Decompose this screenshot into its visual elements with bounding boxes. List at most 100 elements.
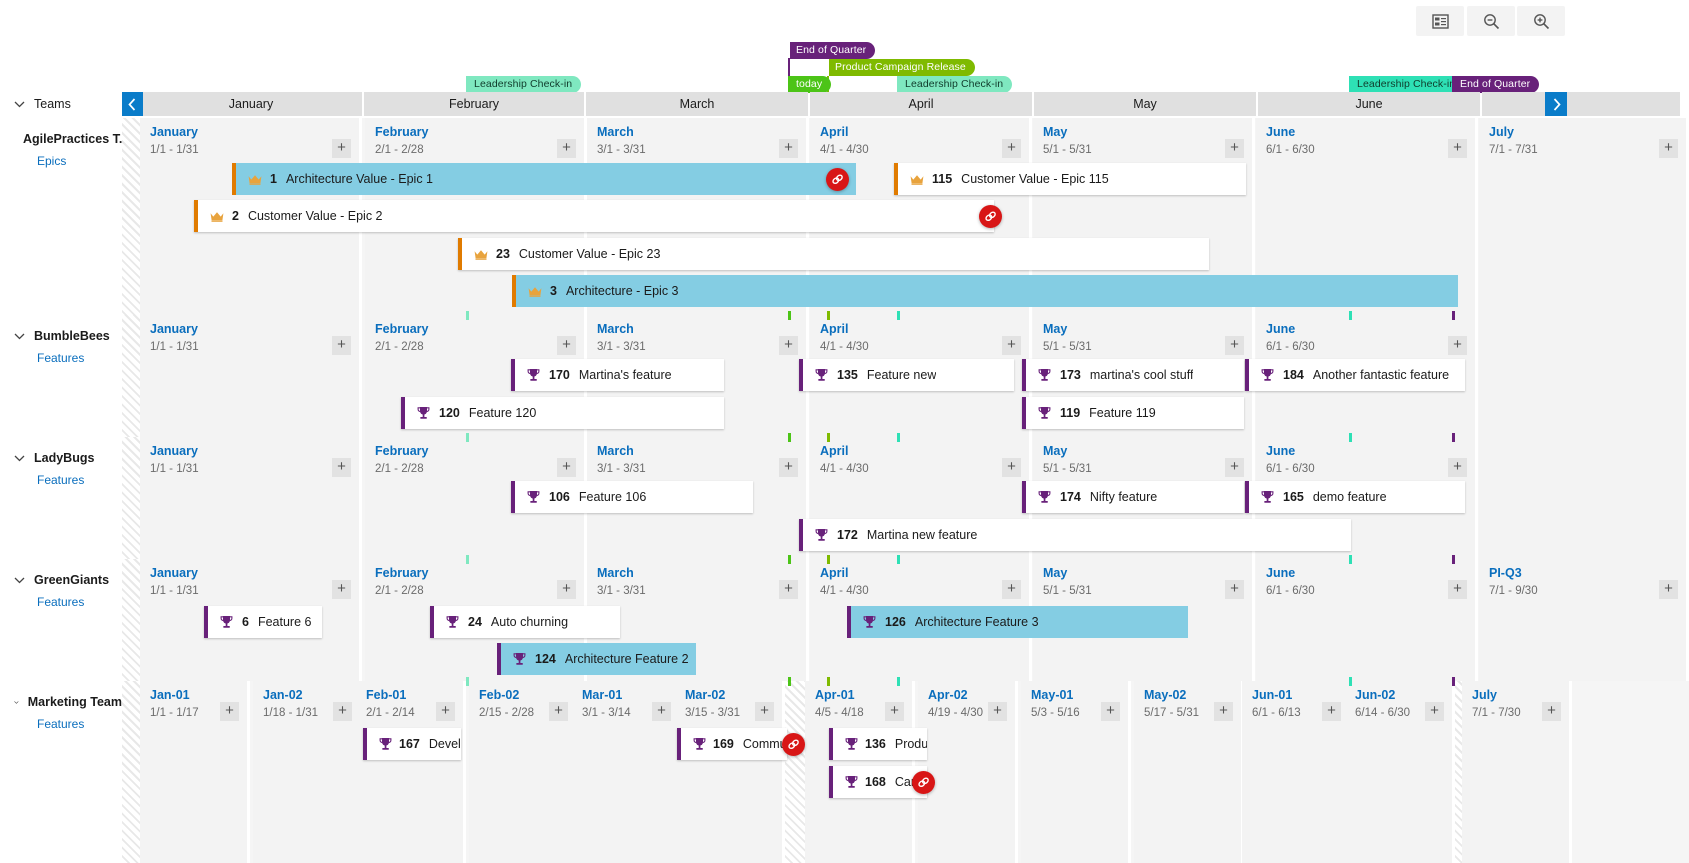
add-item-button[interactable]: + bbox=[1225, 139, 1244, 158]
iteration-title[interactable]: Feb-01 bbox=[366, 688, 406, 702]
add-item-button[interactable]: + bbox=[779, 336, 798, 355]
add-item-button[interactable]: + bbox=[332, 580, 351, 599]
iteration-title[interactable]: April bbox=[820, 322, 848, 336]
milestone-flag[interactable]: today bbox=[790, 76, 832, 93]
add-item-button[interactable]: + bbox=[332, 458, 351, 477]
iteration-title[interactable]: May bbox=[1043, 125, 1067, 139]
add-item-button[interactable]: + bbox=[1225, 458, 1244, 477]
work-item-type[interactable]: Features bbox=[37, 595, 122, 609]
team-row-header[interactable]: AgilePractices T... bbox=[14, 132, 129, 146]
iteration-title[interactable]: February bbox=[375, 125, 429, 139]
iteration-title[interactable]: May-02 bbox=[1144, 688, 1186, 702]
milestone-flag[interactable]: End of Quarter bbox=[790, 42, 876, 59]
add-item-button[interactable]: + bbox=[779, 580, 798, 599]
work-item-card[interactable]: 120 Feature 120 bbox=[401, 397, 724, 429]
iteration-title[interactable]: June bbox=[1266, 566, 1295, 580]
iteration-title[interactable]: Mar-01 bbox=[582, 688, 622, 702]
milestone-flag[interactable]: Leadership Check-in bbox=[468, 76, 582, 93]
add-item-button[interactable]: + bbox=[1659, 580, 1678, 599]
team-row-header[interactable]: Marketing Team bbox=[14, 695, 122, 709]
work-item-card[interactable]: 170 Martina's feature bbox=[511, 359, 724, 391]
work-item-card[interactable]: 6 Feature 6 bbox=[204, 606, 322, 638]
add-item-button[interactable]: + bbox=[333, 702, 352, 721]
add-item-button[interactable]: + bbox=[755, 702, 774, 721]
add-item-button[interactable]: + bbox=[779, 458, 798, 477]
add-item-button[interactable]: + bbox=[1225, 336, 1244, 355]
add-item-button[interactable]: + bbox=[557, 580, 576, 599]
add-item-button[interactable]: + bbox=[436, 702, 455, 721]
month-header-cell[interactable]: January bbox=[140, 92, 362, 116]
zoom-in-button[interactable] bbox=[1517, 6, 1565, 36]
work-item-card[interactable]: 2 Customer Value - Epic 2 bbox=[194, 200, 994, 232]
iteration-title[interactable]: April bbox=[820, 125, 848, 139]
add-item-button[interactable]: + bbox=[779, 139, 798, 158]
iteration-title[interactable]: March bbox=[597, 322, 634, 336]
add-item-button[interactable]: + bbox=[1448, 139, 1467, 158]
add-item-button[interactable]: + bbox=[1214, 702, 1233, 721]
milestone-flag[interactable]: Product Campaign Release bbox=[829, 59, 975, 76]
work-item-card[interactable]: 124 Architecture Feature 2 bbox=[497, 643, 696, 675]
dependency-badge[interactable] bbox=[826, 168, 849, 191]
iteration-title[interactable]: May-01 bbox=[1031, 688, 1073, 702]
work-item-card[interactable]: 24 Auto churning bbox=[430, 606, 620, 638]
iteration-title[interactable]: May bbox=[1043, 444, 1067, 458]
add-item-button[interactable]: + bbox=[652, 702, 671, 721]
work-item-card[interactable]: 106 Feature 106 bbox=[511, 481, 753, 513]
iteration-title[interactable]: January bbox=[150, 125, 198, 139]
iteration-title[interactable]: March bbox=[597, 566, 634, 580]
iteration-title[interactable]: Mar-02 bbox=[685, 688, 725, 702]
add-item-button[interactable]: + bbox=[885, 702, 904, 721]
add-item-button[interactable]: + bbox=[1448, 580, 1467, 599]
month-header-cell[interactable]: March bbox=[586, 92, 808, 116]
add-item-button[interactable]: + bbox=[549, 702, 568, 721]
scroll-right-button[interactable] bbox=[1545, 92, 1567, 116]
iteration-title[interactable]: Jun-02 bbox=[1355, 688, 1395, 702]
month-header-cell[interactable]: June bbox=[1258, 92, 1480, 116]
iteration-title[interactable]: June bbox=[1266, 444, 1295, 458]
dependency-badge[interactable] bbox=[979, 205, 1002, 228]
work-item-card[interactable]: 3 Architecture - Epic 3 bbox=[512, 275, 1458, 307]
iteration-title[interactable]: April bbox=[820, 444, 848, 458]
work-item-card[interactable]: 169 Communica... bbox=[677, 728, 787, 760]
iteration-title[interactable]: Apr-01 bbox=[815, 688, 855, 702]
iteration-title[interactable]: Jun-01 bbox=[1252, 688, 1292, 702]
add-item-button[interactable]: + bbox=[1448, 336, 1467, 355]
iteration-title[interactable]: February bbox=[375, 322, 429, 336]
iteration-title[interactable]: January bbox=[150, 322, 198, 336]
iteration-title[interactable]: June bbox=[1266, 322, 1295, 336]
work-item-card[interactable]: 172 Martina new feature bbox=[799, 519, 1351, 551]
add-item-button[interactable]: + bbox=[1101, 702, 1120, 721]
month-header-cell[interactable] bbox=[1482, 92, 1680, 116]
work-item-type[interactable]: Epics bbox=[37, 154, 122, 168]
iteration-title[interactable]: Jan-02 bbox=[263, 688, 303, 702]
work-item-card[interactable]: 23 Customer Value - Epic 23 bbox=[458, 238, 1209, 270]
scroll-left-button[interactable] bbox=[122, 92, 143, 116]
work-item-card[interactable]: 174 Nifty feature bbox=[1022, 481, 1244, 513]
add-item-button[interactable]: + bbox=[1002, 139, 1021, 158]
zoom-out-button[interactable] bbox=[1467, 6, 1515, 36]
teams-header[interactable]: Teams bbox=[0, 92, 122, 116]
milestone-flag[interactable]: Leadership Check-in bbox=[899, 76, 1013, 93]
work-item-card[interactable]: 115 Customer Value - Epic 115 bbox=[894, 163, 1246, 195]
work-item-card[interactable]: 1 Architecture Value - Epic 1 bbox=[232, 163, 856, 195]
add-item-button[interactable]: + bbox=[557, 458, 576, 477]
milestone-flag[interactable]: Leadership Check-in bbox=[1351, 76, 1465, 93]
month-header-cell[interactable]: April bbox=[810, 92, 1032, 116]
iteration-title[interactable]: June bbox=[1266, 125, 1295, 139]
add-item-button[interactable]: + bbox=[1002, 336, 1021, 355]
iteration-title[interactable]: March bbox=[597, 125, 634, 139]
add-item-button[interactable]: + bbox=[988, 702, 1007, 721]
add-item-button[interactable]: + bbox=[557, 139, 576, 158]
iteration-title[interactable]: July bbox=[1472, 688, 1497, 702]
iteration-title[interactable]: PI-Q3 bbox=[1489, 566, 1522, 580]
add-item-button[interactable]: + bbox=[1425, 702, 1444, 721]
iteration-title[interactable]: May bbox=[1043, 322, 1067, 336]
add-item-button[interactable]: + bbox=[1322, 702, 1341, 721]
add-item-button[interactable]: + bbox=[1225, 580, 1244, 599]
add-item-button[interactable]: + bbox=[557, 336, 576, 355]
iteration-title[interactable]: Feb-02 bbox=[479, 688, 519, 702]
work-item-type[interactable]: Features bbox=[37, 351, 122, 365]
iteration-title[interactable]: March bbox=[597, 444, 634, 458]
add-item-button[interactable]: + bbox=[1002, 580, 1021, 599]
work-item-card[interactable]: 165 demo feature bbox=[1245, 481, 1465, 513]
